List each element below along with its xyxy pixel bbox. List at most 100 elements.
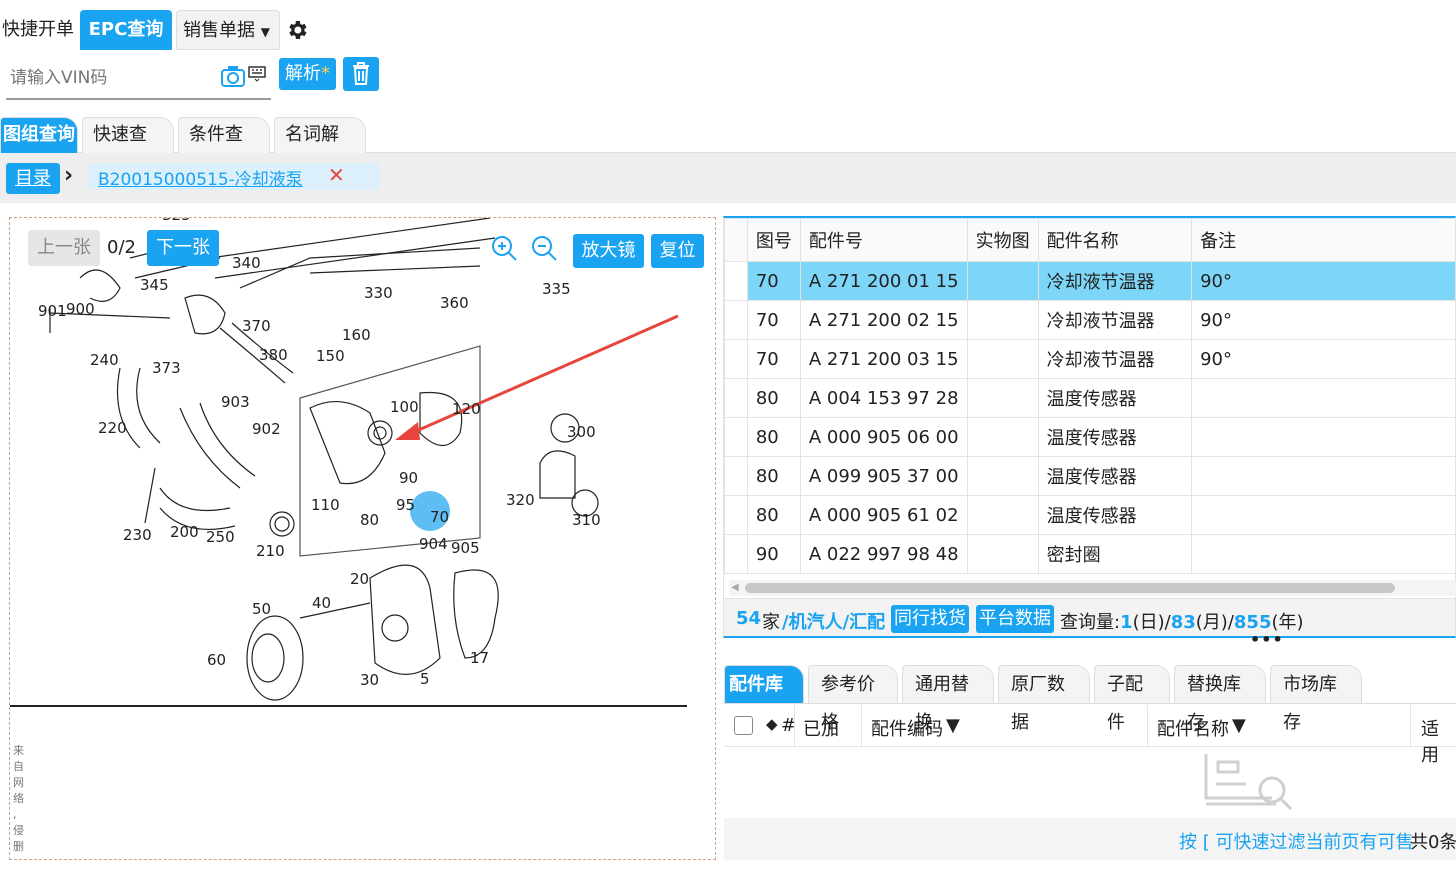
cell-fig: 80 <box>746 495 801 535</box>
cell-note <box>1191 378 1456 418</box>
col-fig-no[interactable]: 图号 <box>746 218 801 262</box>
tab-reference-price[interactable]: 参考价格 <box>808 665 898 733</box>
cell-fig: 80 <box>746 456 801 496</box>
parts-table-scrollbar[interactable]: ◀ <box>729 580 1456 596</box>
keyboard-icon[interactable] <box>248 66 266 87</box>
platform-data-button[interactable]: 平台数据 <box>976 605 1054 633</box>
breadcrumb-current-label: B20015000515-冷却液泵 <box>98 170 303 190</box>
cell-part-no: A 022 997 98 48 <box>799 534 968 574</box>
supplier-bar: 54 家 /机汽人/汇配 同行找货 平台数据 查询量:1(日)/83(月)/85… <box>723 598 1456 638</box>
svg-text:373: 373 <box>152 359 181 377</box>
svg-text:370: 370 <box>242 317 271 335</box>
tab-market-stock[interactable]: 市场库存 <box>1270 665 1362 733</box>
col-part-no[interactable]: 配件号 <box>799 218 968 262</box>
tab-quick-order[interactable]: 快捷开单 <box>0 10 76 50</box>
col-image[interactable]: 实物图 <box>966 218 1039 262</box>
source-note-char: 删 <box>13 840 24 853</box>
magnifier-button[interactable]: 放大镜 <box>573 234 644 268</box>
peer-search-button[interactable]: 同行找货 <box>891 605 969 633</box>
cell-name: 冷却液节温器 <box>1037 339 1193 379</box>
table-row[interactable]: 80 A 000 905 61 02 温度传感器 <box>724 495 1456 535</box>
svg-text:30: 30 <box>360 671 379 689</box>
vin-field[interactable] <box>6 58 271 100</box>
gear-icon[interactable] <box>285 18 309 42</box>
tab-epc-query[interactable]: EPC查询 <box>80 10 172 50</box>
table-row[interactable]: 80 A 004 153 97 28 温度传感器 <box>724 378 1456 418</box>
svg-text:110: 110 <box>311 496 340 514</box>
tab-sub-parts[interactable]: 子配件 <box>1094 665 1170 733</box>
cell-part-no: A 004 153 97 28 <box>799 378 968 418</box>
source-note-char: 自 <box>13 760 24 773</box>
resize-handle-icon[interactable]: ••• <box>1250 630 1284 649</box>
cell-name: 冷却液节温器 <box>1037 261 1193 301</box>
scrollbar-thumb[interactable] <box>745 583 1395 593</box>
prev-image-button[interactable]: 上一张 <box>28 230 100 266</box>
svg-text:17: 17 <box>470 649 489 667</box>
annotation-arrow <box>404 314 679 438</box>
svg-text:160: 160 <box>342 326 371 344</box>
tab-glossary[interactable]: 名词解释 <box>274 117 366 179</box>
empty-box-icon <box>1204 754 1293 811</box>
tab-fast-query[interactable]: 快速查询 <box>82 117 174 179</box>
table-row[interactable]: 70 A 271 200 01 15 冷却液节温器 90° <box>724 261 1456 301</box>
exploded-diagram[interactable]: 325345340 330360335 901900370 240373380 … <box>10 218 715 708</box>
empty-state <box>724 748 1456 818</box>
col-part-name[interactable]: 配件名称 <box>1037 218 1193 262</box>
tab-group-query[interactable]: 图组查询 <box>0 117 78 153</box>
svg-text:220: 220 <box>98 419 127 437</box>
camera-icon[interactable] <box>220 64 246 93</box>
filter-icon[interactable]: ▼ <box>946 715 960 736</box>
delete-button[interactable] <box>343 57 379 91</box>
cell-image <box>966 339 1039 379</box>
table-row[interactable]: 80 A 000 905 06 00 温度传感器 <box>724 417 1456 457</box>
table-row[interactable]: 80 A 099 905 37 00 温度传感器 <box>724 456 1456 496</box>
cell-name: 密封圈 <box>1037 534 1193 574</box>
cell-image <box>966 495 1039 535</box>
cell-image <box>966 378 1039 418</box>
breadcrumb-current[interactable]: B20015000515-冷却液泵 ✕ <box>88 163 380 190</box>
zoom-out-icon[interactable] <box>530 234 560 269</box>
col-part-name[interactable]: 配件名称 <box>1157 715 1229 741</box>
eraser-icon[interactable]: ◆ <box>766 715 778 733</box>
tab-condition-query[interactable]: 条件查询 <box>178 117 270 179</box>
tab-oem-data[interactable]: 原厂数据 <box>998 665 1090 733</box>
tab-universal-replace[interactable]: 通用替换 <box>902 665 994 733</box>
breadcrumb-root[interactable]: 目录 <box>6 163 60 194</box>
reset-button[interactable]: 复位 <box>651 234 704 268</box>
filter-hint-link[interactable]: 按 [ 可快速过滤当前页有可售 <box>1179 828 1413 854</box>
cell-fig: 70 <box>746 339 801 379</box>
table-row[interactable]: 70 A 271 200 03 15 冷却液节温器 90° <box>724 339 1456 379</box>
parts-table-header: 图号 配件号 实物图 配件名称 备注 <box>724 218 1456 262</box>
next-image-button[interactable]: 下一张 <box>147 230 219 266</box>
cell-part-no: A 099 905 37 00 <box>799 456 968 496</box>
svg-text:50: 50 <box>252 600 271 618</box>
svg-text:900: 900 <box>66 300 95 318</box>
query-month: 83 <box>1170 612 1196 633</box>
col-note[interactable]: 备注 <box>1191 218 1456 262</box>
svg-text:360: 360 <box>440 294 469 312</box>
col-part-code[interactable]: 配件编码 <box>871 715 943 741</box>
cell-fig: 80 <box>746 378 801 418</box>
parse-button[interactable]: 解析* <box>279 58 336 90</box>
supplier-sources[interactable]: /机汽人/汇配 <box>782 608 885 634</box>
cell-image <box>966 456 1039 496</box>
source-note: 来 自 网 络 , 侵 删 <box>13 743 25 855</box>
close-icon[interactable]: ✕ <box>328 163 345 187</box>
select-all-checkbox[interactable] <box>734 716 753 735</box>
query-day-unit: (日)/ <box>1132 612 1171 633</box>
tab-replace-stock[interactable]: 替换库存 <box>1174 665 1266 733</box>
vin-input[interactable] <box>10 64 215 92</box>
stock-footer: 按 [ 可快速过滤当前页有可售 共0条 <box>724 818 1456 860</box>
filter-icon[interactable]: ▼ <box>1232 715 1246 736</box>
table-row[interactable]: 70 A 271 200 02 15 冷却液节温器 90° <box>724 300 1456 340</box>
cell-image <box>966 300 1039 340</box>
scroll-left-icon[interactable]: ◀ <box>731 580 739 596</box>
cell-part-no: A 000 905 61 02 <box>799 495 968 535</box>
table-row[interactable]: 90 A 022 997 98 48 密封圈 <box>724 534 1456 574</box>
svg-text:330: 330 <box>364 284 393 302</box>
cell-note: 90° <box>1191 339 1456 379</box>
zoom-in-icon[interactable] <box>490 234 520 269</box>
tab-parts-stock[interactable]: 配件库存 <box>724 665 804 733</box>
row-gutter <box>724 495 748 535</box>
tab-sales-docs[interactable]: 销售单据 ▼ <box>176 10 280 50</box>
